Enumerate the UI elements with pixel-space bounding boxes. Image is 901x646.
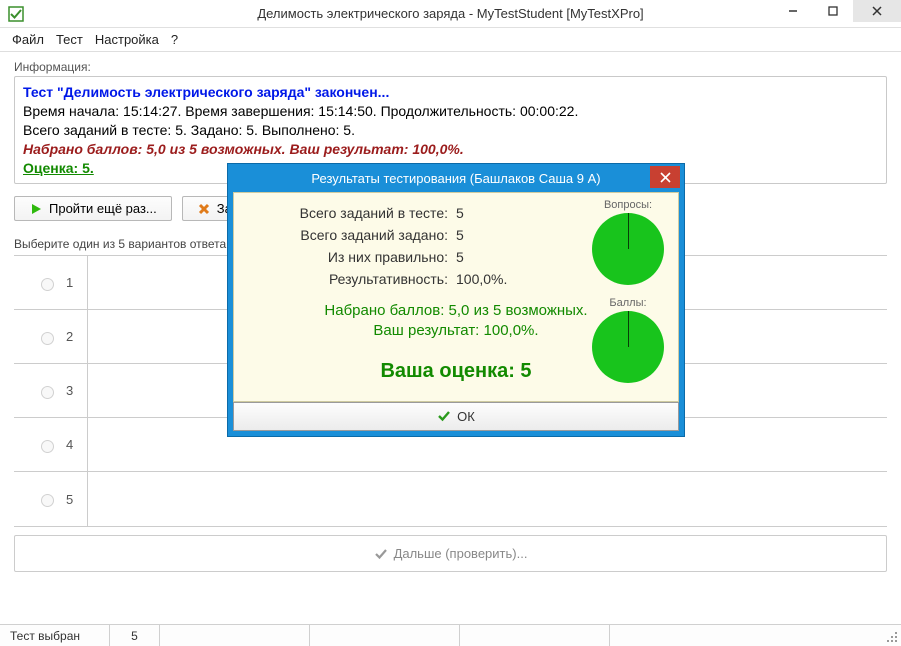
resize-grip-icon[interactable] [883,625,901,646]
play-icon [29,202,43,216]
menu-file[interactable]: Файл [12,32,44,47]
statusbar: Тест выбран 5 [0,624,901,646]
pie-questions: Вопросы: [592,199,664,285]
answer-number: 3 [66,383,73,398]
app-icon [8,6,24,22]
close-button[interactable] [853,0,901,22]
maximize-button[interactable] [813,0,853,22]
dialog-title: Результаты тестирования (Башлаков Саша 9… [311,171,600,186]
pie-charts: Вопросы: Баллы: [592,199,664,383]
status-empty-2 [310,625,460,646]
answer-radio-3[interactable] [41,386,54,399]
stat-perf-label: Результативность: [248,271,448,287]
stat-perf-value: 100,0%. [456,271,536,287]
pie-questions-label: Вопросы: [592,199,664,211]
menu-test[interactable]: Тест [56,32,83,47]
answer-radio-4[interactable] [41,440,54,453]
menu-help[interactable]: ? [171,32,178,47]
stat-total-label: Всего заданий в тесте: [248,205,448,221]
info-score: Набрано баллов: 5,0 из 5 возможных. Ваш … [23,140,878,159]
answer-number: 1 [66,275,73,290]
dialog-ok-label: ОК [457,409,475,424]
info-tasks: Всего заданий в тесте: 5. Задано: 5. Вып… [23,121,878,140]
status-empty-1 [160,625,310,646]
stat-correct-value: 5 [456,249,536,265]
answer-radio-5[interactable] [41,494,54,507]
answer-radio-2[interactable] [41,332,54,345]
check-icon [437,409,451,423]
status-fill [610,625,883,646]
answer-row[interactable]: 5 [14,472,887,526]
info-test-finished: Тест "Делимость электрического заряда" з… [23,83,878,102]
dialog-body: Всего заданий в тесте: 5 Всего заданий з… [233,192,679,402]
minimize-button[interactable] [773,0,813,22]
answer-radio-1[interactable] [41,278,54,291]
results-dialog: Результаты тестирования (Башлаков Саша 9… [227,163,685,437]
info-timing: Время начала: 15:14:27. Время завершения… [23,102,878,121]
cancel-icon [197,202,211,216]
pie-points: Баллы: [592,297,664,383]
answer-number: 4 [66,437,73,452]
check-icon [374,547,388,561]
answer-number: 2 [66,329,73,344]
menubar: Файл Тест Настройка ? [0,28,901,52]
status-empty-3 [460,625,610,646]
retry-button[interactable]: Пройти ещё раз... [14,196,172,221]
dialog-titlebar[interactable]: Результаты тестирования (Башлаков Саша 9… [228,164,684,192]
stat-correct-label: Из них правильно: [248,249,448,265]
stat-total-value: 5 [456,205,536,221]
dialog-close-button[interactable] [650,166,680,188]
dialog-ok-button[interactable]: ОК [233,402,679,431]
answer-number: 5 [66,492,73,507]
answer-body [87,472,887,526]
retry-button-label: Пройти ещё раз... [49,201,157,216]
pie-questions-chart [592,213,664,285]
status-count: 5 [110,625,160,646]
pie-points-chart [592,311,664,383]
status-test-selected: Тест выбран [0,625,110,646]
stat-asked-value: 5 [456,227,536,243]
menu-settings[interactable]: Настройка [95,32,159,47]
next-button-label: Дальше (проверить)... [394,546,528,561]
close-icon [660,172,671,183]
info-header: Информация: [14,60,891,74]
pie-points-label: Баллы: [592,297,664,309]
window-titlebar: Делимость электрического заряда - MyTest… [0,0,901,28]
stat-asked-label: Всего заданий задано: [248,227,448,243]
window-title: Делимость электрического заряда - MyTest… [257,6,643,21]
window-controls [773,0,901,22]
next-button[interactable]: Дальше (проверить)... [14,535,887,572]
